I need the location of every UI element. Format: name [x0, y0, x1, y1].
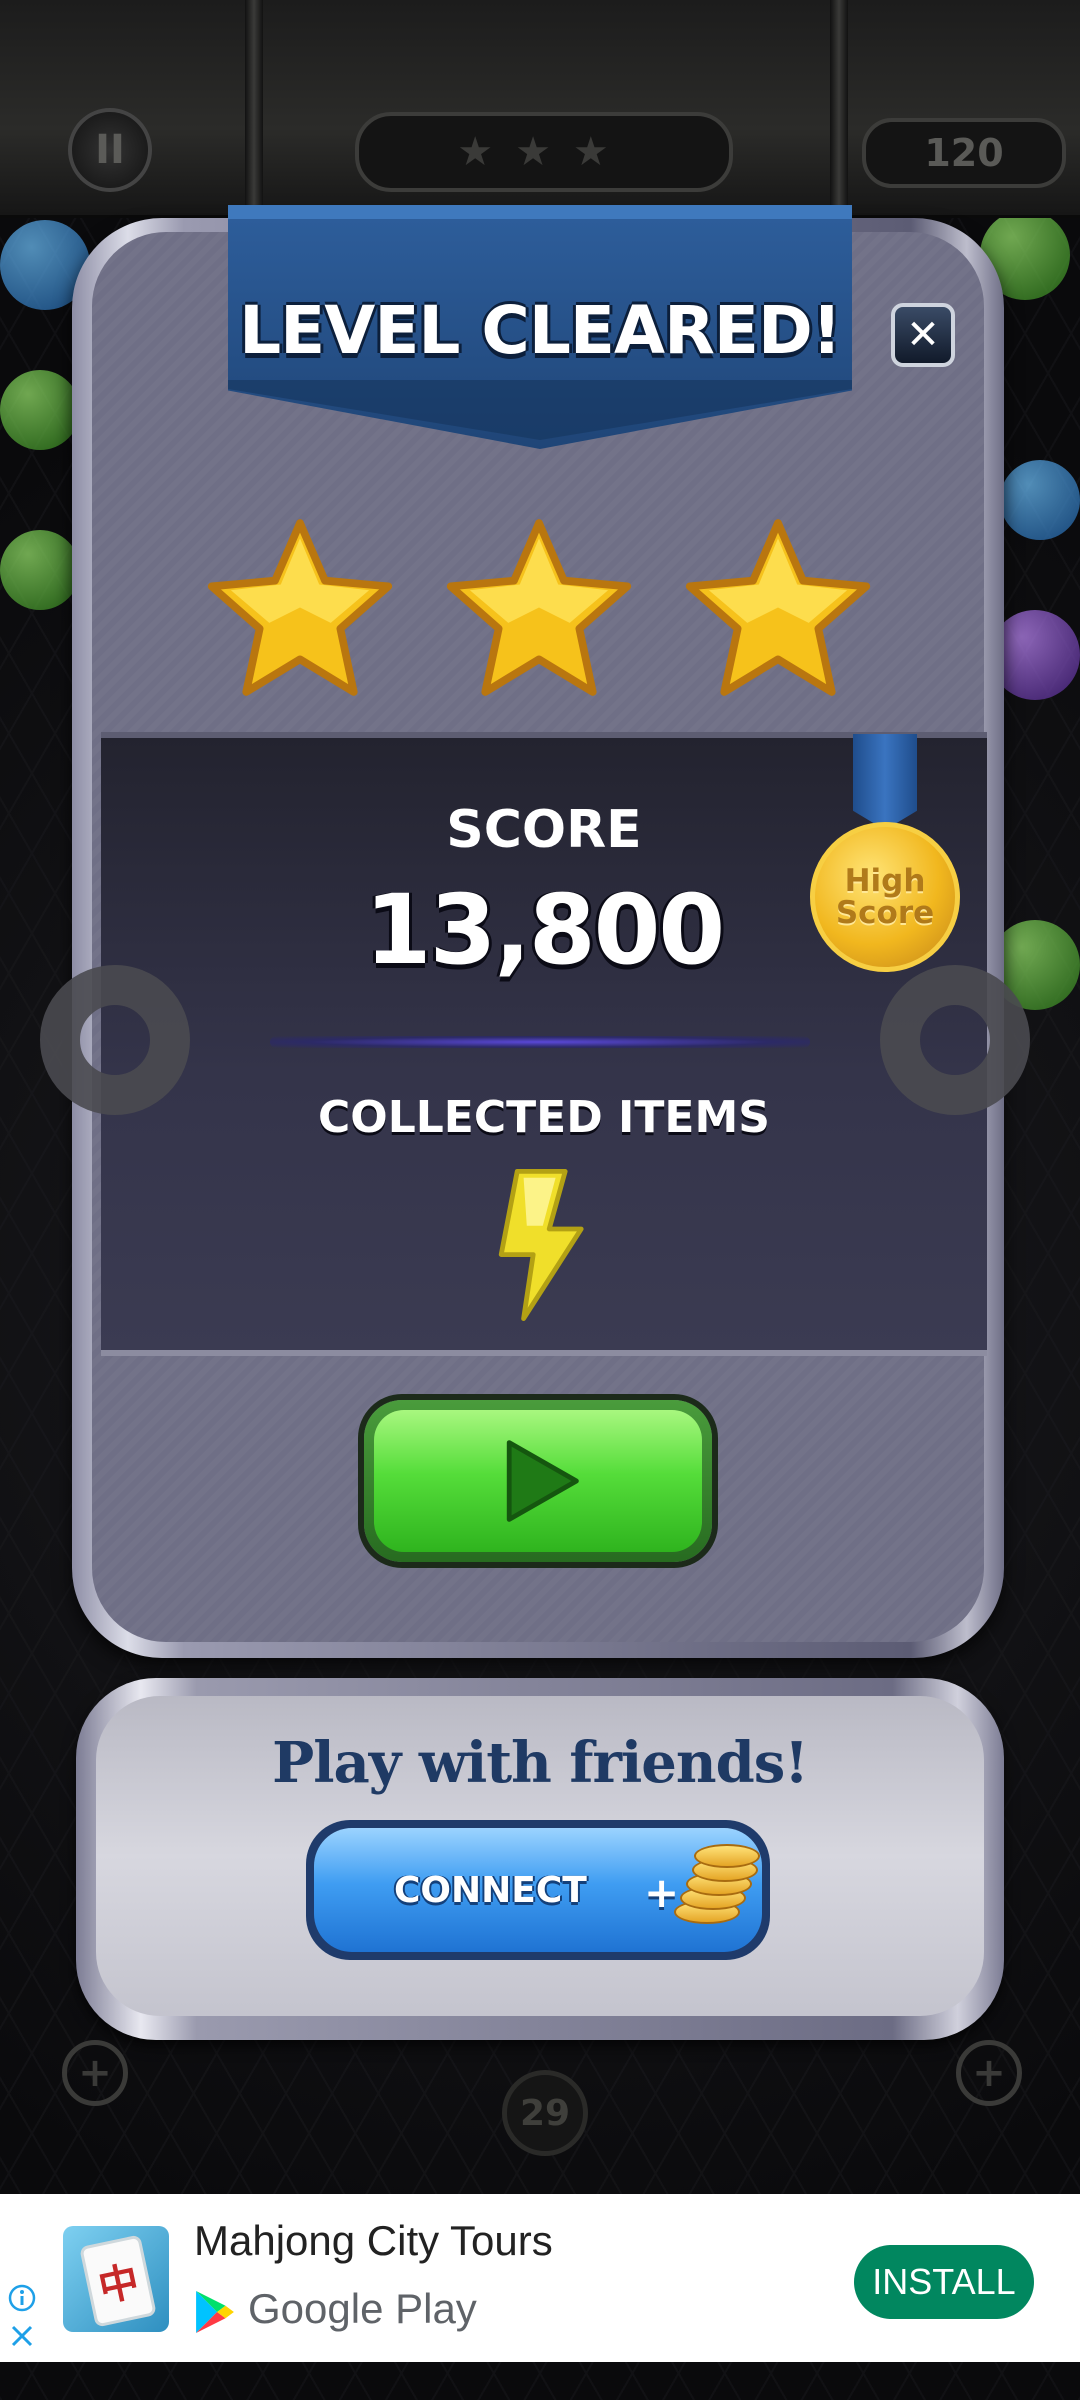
bubble-counter: 29: [502, 2070, 588, 2156]
close-icon: ✕: [906, 312, 940, 358]
bubble: [1000, 460, 1080, 540]
pause-icon: II: [95, 127, 125, 173]
medal-ribbon: [853, 734, 917, 830]
pause-button[interactable]: II: [68, 108, 152, 192]
collected-items-label: COLLECTED ITEMS: [318, 1092, 770, 1143]
play-button-face: [374, 1410, 702, 1552]
next-level-play-button[interactable]: [364, 1400, 712, 1562]
connect-label: CONNECT: [394, 1869, 587, 1911]
medal-text-line1: High: [844, 863, 926, 899]
moves-counter: 120: [862, 118, 1066, 188]
add-booster-button[interactable]: +: [62, 2040, 128, 2106]
close-button[interactable]: ✕: [891, 303, 955, 367]
star-progress-meter: ★★★: [355, 112, 733, 192]
connect-button[interactable]: CONNECT +: [306, 1820, 770, 1960]
friends-title: Play with friends!: [272, 1730, 809, 1796]
ad-close-icon[interactable]: [8, 2322, 36, 2350]
bubble: [0, 530, 80, 610]
high-score-medal: High Score: [810, 822, 960, 972]
mahjong-app-icon[interactable]: 中: [63, 2226, 169, 2332]
medal-text-line2: Score: [835, 895, 935, 931]
connect-button-face: CONNECT +: [314, 1828, 762, 1952]
ad-app-name[interactable]: Mahjong City Tours: [194, 2217, 553, 2265]
play-icon: [506, 1440, 579, 1522]
ad-store-name: Google Play: [248, 2285, 477, 2332]
star-icon: [685, 519, 871, 696]
star-icon: [446, 519, 632, 696]
info-icon[interactable]: [8, 2284, 36, 2312]
star-icon: [207, 519, 393, 696]
section-divider: [270, 1036, 810, 1048]
google-play-icon: [196, 2291, 234, 2333]
dialog-title: LEVEL CLEARED!: [239, 292, 842, 369]
bubble: [0, 370, 80, 450]
add-booster-button[interactable]: +: [956, 2040, 1022, 2106]
install-button[interactable]: INSTALL: [854, 2245, 1034, 2319]
lightning-bolt-icon: [498, 1169, 584, 1321]
